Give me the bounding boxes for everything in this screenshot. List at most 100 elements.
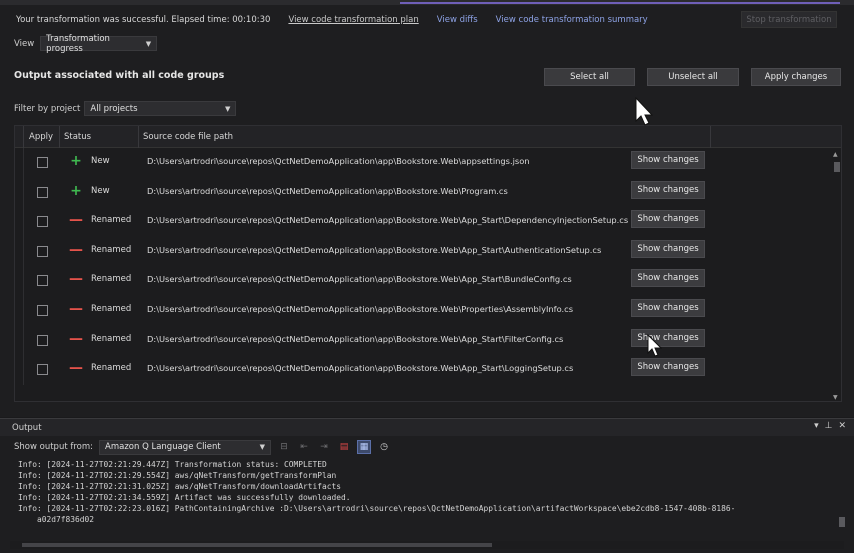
show-changes-button[interactable]: Show changes <box>631 151 705 169</box>
row-status: Renamed <box>91 363 132 374</box>
chevron-down-icon: ▼ <box>259 443 266 451</box>
table-row: + New D:\Users\artrodri\source\repos\QctNe… <box>15 177 831 208</box>
chevron-down-icon: ▼ <box>145 39 152 48</box>
log-line: a02d7f836d02 <box>18 515 95 524</box>
apply-checkbox[interactable] <box>37 216 48 228</box>
row-gutter <box>15 207 24 237</box>
view-diffs-link[interactable]: View diffs <box>437 15 478 25</box>
show-changes-button[interactable]: Show changes <box>631 299 705 317</box>
log-line: Info: [2024-11-27T02:21:29.447Z] Transfo… <box>18 460 327 469</box>
output-log: Info: [2024-11-27T02:21:29.447Z] Transfo… <box>18 459 828 525</box>
status-text: Your transformation was successful. Elap… <box>16 15 271 25</box>
row-path: D:\Users\artrodri\source\repos\QctNetDem… <box>147 304 574 314</box>
plus-icon: + <box>70 182 82 199</box>
minus-icon: — <box>69 241 83 258</box>
row-status: Renamed <box>91 215 132 226</box>
close-icon[interactable]: ✕ <box>838 421 846 431</box>
view-plan-link[interactable]: View code transformation plan <box>288 15 418 25</box>
apply-checkbox[interactable] <box>37 305 48 316</box>
minus-icon: — <box>69 360 83 377</box>
table-row: — Renamed D:\Users\artrodri\source\repos\Q… <box>15 325 831 356</box>
find-icon[interactable]: ⊟ <box>277 440 291 454</box>
apply-checkbox[interactable] <box>37 334 48 346</box>
row-status: Renamed <box>91 333 132 344</box>
row-path: D:\Users\artrodri\source\repos\QctNetDem… <box>147 244 602 255</box>
status-row: Your transformation was successful. Elap… <box>16 13 648 27</box>
output-panel: Output ▾ ⊥ ✕ Show output from: Amazon Q … <box>0 418 854 553</box>
row-path: D:\Users\artrodri\source\repos\QctNetDem… <box>147 215 629 226</box>
view-dropdown[interactable]: Transformation progress ▼ <box>40 34 158 54</box>
log-line: Info: [2024-11-27T02:22:23.016Z] PathCon… <box>18 504 736 513</box>
show-output-label: Show output from: <box>14 442 94 452</box>
row-gutter <box>15 325 24 356</box>
output-toolbar: Show output from: Amazon Q Language Clie… <box>14 439 391 455</box>
scroll-thumb[interactable] <box>834 162 840 172</box>
filter-label: Filter by project <box>14 103 81 114</box>
show-changes-button[interactable]: Show changes <box>631 269 705 288</box>
table-row: — Renamed D:\Users\artrodri\source\repos\Q… <box>15 236 831 267</box>
show-changes-button[interactable]: Show changes <box>631 358 705 377</box>
show-changes-button[interactable]: Show changes <box>631 328 705 347</box>
table-row: — Renamed D:\Users\artrodri\source\repos\Q… <box>15 207 831 237</box>
log-line: Info: [2024-11-27T02:21:29.554Z] aws/qNe… <box>18 471 337 480</box>
row-status: Renamed <box>91 244 132 255</box>
apply-checkbox[interactable] <box>37 186 48 198</box>
apply-checkbox[interactable] <box>37 364 48 376</box>
header-gutter <box>15 126 24 148</box>
apply-changes-button[interactable]: Apply changes <box>751 68 841 86</box>
minus-icon: — <box>69 271 83 288</box>
column-status[interactable]: Status <box>60 126 139 148</box>
scroll-up-icon[interactable]: ▲ <box>833 151 838 158</box>
row-status: New <box>91 185 110 196</box>
stop-transformation-button[interactable]: Stop transformation <box>741 11 837 28</box>
row-path: D:\Users\artrodri\source\repos\QctNetDem… <box>147 156 530 166</box>
minus-icon: — <box>69 212 83 229</box>
section-title: Output associated with all code groups <box>14 70 225 81</box>
output-source-value: Amazon Q Language Client <box>105 442 221 452</box>
mouse-cursor-icon-2 <box>647 334 662 357</box>
apply-checkbox[interactable] <box>37 157 48 168</box>
column-path[interactable]: Source code file path <box>139 126 711 148</box>
minus-icon: — <box>69 330 83 347</box>
table-row: — Renamed D:\Users\artrodri\source\repos\Q… <box>15 266 831 296</box>
apply-checkbox[interactable] <box>37 245 48 257</box>
row-path: D:\Users\artrodri\source\repos\QctNetDem… <box>147 274 572 285</box>
show-changes-button[interactable]: Show changes <box>631 180 705 199</box>
apply-checkbox[interactable] <box>37 275 48 287</box>
dropdown-icon[interactable]: ▾ <box>814 421 819 431</box>
filter-row: Filter by project All projects ▼ <box>14 101 237 116</box>
project-filter-dropdown[interactable]: All projects ▼ <box>84 101 237 116</box>
word-wrap-icon[interactable]: ▦ <box>357 440 372 454</box>
select-all-button[interactable]: Select all <box>544 68 635 86</box>
mouse-cursor-icon <box>635 97 654 126</box>
plus-icon: + <box>70 153 82 169</box>
log-line: Info: [2024-11-27T02:21:34.559Z] Artifac… <box>18 493 351 502</box>
row-gutter <box>15 355 24 385</box>
output-horizontal-scrollbar[interactable] <box>10 541 844 549</box>
column-apply[interactable]: Apply <box>24 126 60 148</box>
output-scroll-thumb[interactable] <box>839 517 845 527</box>
output-title: Output <box>12 422 42 433</box>
output-vertical-scrollbar[interactable] <box>838 459 846 539</box>
row-gutter <box>15 296 24 326</box>
table-scrollbar[interactable]: ▲ ▼ <box>832 148 841 401</box>
row-status: Renamed <box>91 304 132 314</box>
view-row: View Transformation progress ▼ <box>14 34 158 54</box>
view-summary-link[interactable]: View code transformation summary <box>496 15 648 25</box>
show-changes-button[interactable]: Show changes <box>631 239 705 258</box>
unselect-all-button[interactable]: Unselect all <box>647 68 739 86</box>
output-hscroll-thumb[interactable] <box>22 543 492 547</box>
transformation-panel: Your transformation was successful. Elap… <box>0 5 854 417</box>
row-path: D:\Users\artrodri\source\repos\QctNetDem… <box>147 333 564 344</box>
output-window-controls: ▾ ⊥ ✕ <box>814 421 846 431</box>
goto-prev-icon[interactable]: ⇤ <box>297 440 311 454</box>
goto-next-icon[interactable]: ⇥ <box>317 440 331 454</box>
scroll-down-icon[interactable]: ▼ <box>833 394 838 401</box>
show-changes-button[interactable]: Show changes <box>631 210 705 229</box>
output-source-dropdown[interactable]: Amazon Q Language Client ▼ <box>99 439 272 455</box>
row-status: New <box>91 156 110 166</box>
pin-icon[interactable]: ⊥ <box>825 421 833 431</box>
clear-all-icon[interactable]: ▤ <box>337 440 351 454</box>
output-title-bar: Output ▾ ⊥ ✕ <box>0 419 854 436</box>
clock-icon[interactable]: ◷ <box>377 440 391 454</box>
